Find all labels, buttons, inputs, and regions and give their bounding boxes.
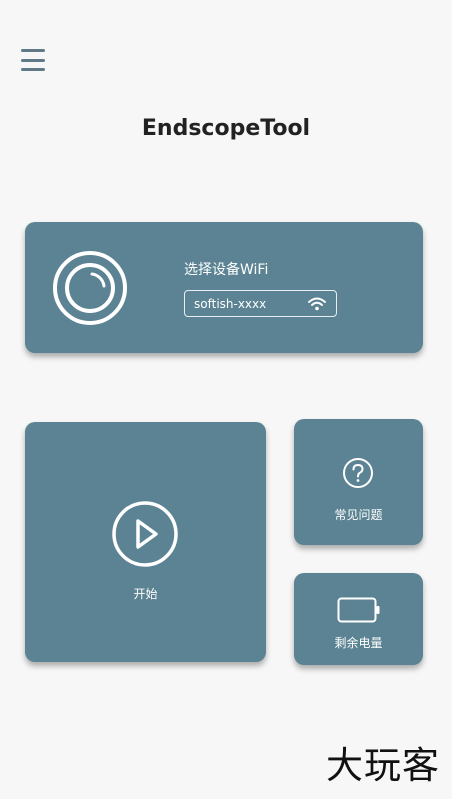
battery-label: 剩余电量 xyxy=(334,636,383,650)
faq-label: 常见问题 xyxy=(334,508,383,522)
page-title: EndscopeTool xyxy=(141,116,311,141)
wifi-select-card: 选择设备WiFi softish-xxxx xyxy=(25,222,423,353)
play-circle-icon xyxy=(112,501,178,567)
menu-line xyxy=(21,58,45,62)
battery-button[interactable]: 剩余电量 xyxy=(294,573,423,665)
start-button[interactable]: 开始 xyxy=(25,422,266,662)
start-label: 开始 xyxy=(133,587,158,601)
menu-line xyxy=(21,49,45,52)
question-circle-icon xyxy=(343,458,373,488)
watermark: 大玩客 xyxy=(326,744,440,787)
faq-button[interactable]: 常见问题 xyxy=(294,419,423,545)
battery-icon xyxy=(337,597,380,623)
hamburger-menu-icon[interactable] xyxy=(21,48,45,72)
menu-line xyxy=(21,68,45,71)
wifi-select-dropdown[interactable]: softish-xxxx xyxy=(184,290,337,317)
wifi-icon xyxy=(308,297,326,310)
wifi-select-label: 选择设备WiFi xyxy=(184,262,269,278)
camera-lens-icon xyxy=(53,251,127,325)
selected-wifi-name: softish-xxxx xyxy=(194,296,267,311)
